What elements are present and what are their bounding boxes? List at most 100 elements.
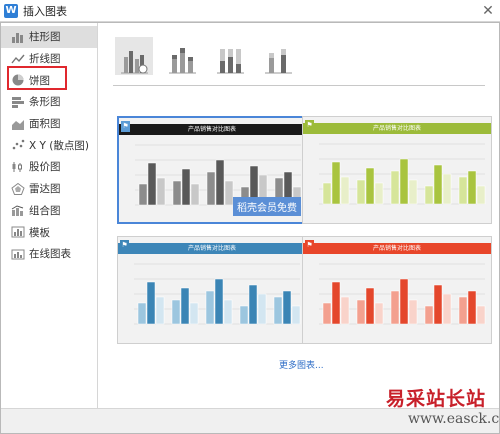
thumbnail-bar (458, 296, 468, 325)
thumbnail-bar (399, 158, 409, 205)
thumbnail-bar (365, 287, 375, 325)
online-chart-icon (11, 248, 25, 260)
thumbnail-bar (433, 164, 443, 205)
subtype-divider (113, 85, 485, 86)
template-header: 产品销售对比图表 (118, 243, 306, 254)
chart-preview-area: 产品销售对比图表 ⚑ 稻壳会员免费 产品销售对比图表 ⚑ 产品销售对比图表 ⚑ … (99, 23, 499, 408)
chart-template-card[interactable]: 产品销售对比图表 ⚑ (117, 236, 307, 344)
thumbnail-bar (291, 305, 301, 325)
line-chart-icon (11, 53, 25, 65)
sidebar-item-template[interactable]: 模板 (1, 221, 97, 243)
sidebar-item-label: 折线图 (29, 53, 61, 66)
sidebar-item-line[interactable]: 折线图 (1, 48, 97, 70)
thumbnail-bar (206, 171, 216, 206)
thumbnail-bar (467, 290, 477, 325)
thumbnail-bar (156, 177, 166, 206)
sidebar-item-pie[interactable]: 饼图 (1, 69, 97, 91)
thumbnail-bar (399, 278, 409, 325)
thumbnail-bar (215, 159, 225, 206)
thumbnail-bar (408, 299, 418, 325)
sidebar-item-bar[interactable]: 条形图 (1, 91, 97, 113)
thumbnail-bar (458, 176, 468, 205)
sidebar-item-online[interactable]: 在线图表 (1, 243, 97, 265)
close-button[interactable]: ✕ (480, 3, 496, 19)
subtype-3d-column[interactable] (259, 37, 297, 75)
3d-column-icon (265, 49, 292, 74)
member-free-badge: 稻壳会员免费 (233, 197, 301, 216)
thumbnail-bar (171, 299, 181, 325)
thumbnail-bar (282, 290, 292, 325)
thumbnail-bar (257, 293, 267, 325)
subtype-stacked-column[interactable] (163, 37, 201, 75)
sidebar-item-column[interactable]: 柱形图 (1, 26, 97, 48)
radar-chart-icon (11, 182, 25, 195)
template-chart-preview (319, 263, 486, 325)
thumbnail-bar (356, 299, 366, 325)
sidebar-item-label: 柱形图 (29, 31, 61, 44)
combo-chart-icon (11, 204, 25, 217)
scatter-chart-icon (11, 139, 25, 151)
pie-chart-icon (11, 74, 25, 86)
stacked-column-icon (169, 48, 196, 74)
template-icon (11, 226, 25, 238)
thumbnail-bar (331, 281, 341, 325)
thumbnail-bar (433, 284, 443, 325)
thumbnail-bar (146, 281, 156, 325)
thumbnail-bar (374, 302, 384, 325)
thumbnail-bar (214, 278, 224, 325)
template-chart-preview (319, 143, 486, 205)
thumbnail-bar (476, 185, 486, 205)
thumbnail-bar (442, 293, 452, 325)
watermark-main-text: 易采站长站 (386, 388, 487, 410)
thumbnail-bar (322, 302, 332, 325)
sidebar-item-scatter[interactable]: X Y (散点图) (1, 134, 97, 156)
sidebar-item-label: 面积图 (29, 118, 61, 131)
chart-template-card[interactable]: 产品销售对比图表 ⚑ (302, 116, 492, 224)
sidebar-item-radar[interactable]: 雷达图 (1, 178, 97, 200)
template-flag-icon: ⚑ (305, 120, 314, 131)
sidebar-item-area[interactable]: 面积图 (1, 113, 97, 135)
template-chart-preview (134, 263, 301, 325)
thumbnail-bar (424, 305, 434, 325)
template-flag-icon: ⚑ (305, 240, 314, 251)
thumbnail-bar (340, 296, 350, 325)
watermark-url-text: www.easck.com (408, 411, 500, 427)
subtype-percent-stacked-column[interactable] (211, 37, 249, 75)
thumbnail-bar (442, 173, 452, 205)
thumbnail-bar (356, 179, 366, 205)
thumbnail-bar (331, 161, 341, 205)
thumbnail-bar (273, 296, 283, 325)
area-chart-icon (11, 118, 25, 130)
stock-chart-icon (11, 161, 25, 173)
thumbnail-bar (476, 305, 486, 325)
thumbnail-bar (322, 182, 332, 205)
thumbnail-bar (390, 170, 400, 205)
sidebar-item-label: 在线图表 (29, 248, 71, 261)
template-flag-icon: ⚑ (120, 240, 129, 251)
thumbnail-bar (172, 180, 182, 206)
thumbnail-bar (155, 296, 165, 325)
thumbnail-bar (147, 162, 157, 206)
template-header: 产品销售对比图表 (119, 124, 305, 135)
subtype-clustered-column[interactable] (115, 37, 153, 75)
thumbnail-bar (224, 180, 234, 206)
column-chart-icon (11, 31, 25, 43)
more-charts-link[interactable]: 更多图表... (279, 358, 324, 371)
thumbnail-bar (239, 305, 249, 325)
template-header: 产品销售对比图表 (303, 243, 491, 254)
thumbnail-bar (408, 179, 418, 205)
site-watermark: 易采站长站 www.easck.com (386, 381, 500, 434)
sidebar-item-stock[interactable]: 股价图 (1, 156, 97, 178)
sidebar-item-label: 组合图 (29, 204, 61, 217)
thumbnail-bar (205, 290, 215, 325)
sidebar-item-combo[interactable]: 组合图 (1, 200, 97, 222)
chart-template-card[interactable]: 产品销售对比图表 ⚑ 稻壳会员免费 (117, 116, 307, 224)
sidebar-item-label: 条形图 (29, 96, 61, 109)
app-icon: W (4, 3, 18, 18)
thumbnail-bar (340, 176, 350, 205)
thumbnail-bar (138, 183, 148, 206)
bar-chart-icon (11, 96, 25, 108)
chart-template-card[interactable]: 产品销售对比图表 ⚑ (302, 236, 492, 344)
sidebar-item-label: 雷达图 (29, 183, 61, 196)
sidebar-item-label: 饼图 (29, 74, 50, 87)
